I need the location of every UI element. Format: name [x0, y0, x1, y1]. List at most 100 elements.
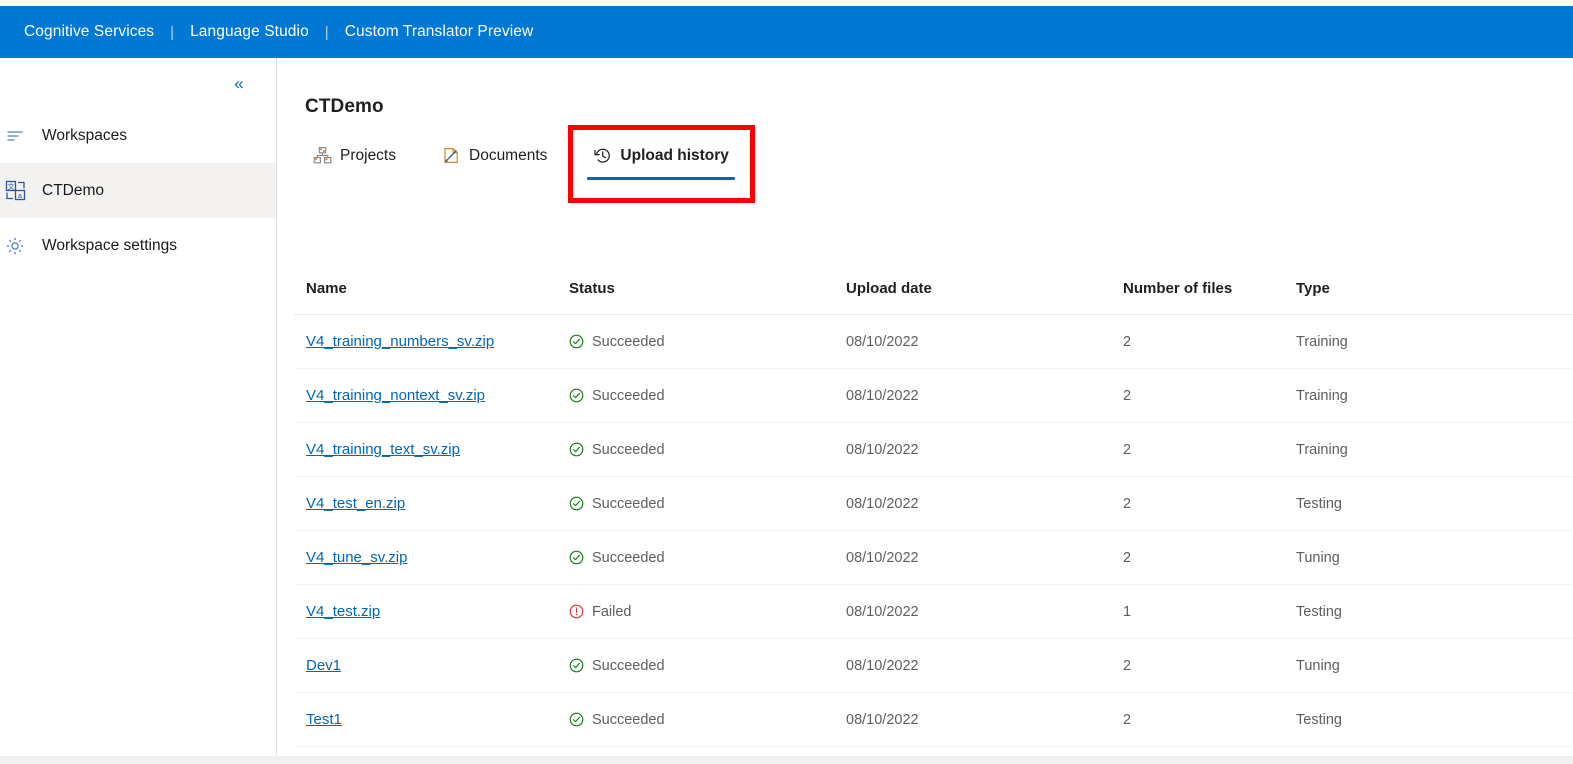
gear-icon: [0, 236, 30, 256]
file-name-link[interactable]: V4_test_en.zip: [306, 495, 405, 512]
svg-text:文: 文: [7, 182, 14, 191]
sidebar-item-ctdemo[interactable]: 文 a CTDemo: [0, 163, 276, 218]
table-row[interactable]: V4_training_text_sv.zip Succeeded 08/10/20…: [294, 423, 1573, 477]
sidebar-item-workspaces[interactable]: Workspaces: [0, 108, 276, 163]
file-name-link[interactable]: V4_tune_sv.zip: [306, 549, 407, 566]
projects-icon: [313, 146, 332, 165]
page-title: CTDemo: [305, 96, 384, 117]
cell-number-of-files: 2: [1123, 495, 1132, 512]
tab-upload-history[interactable]: Upload history: [583, 138, 739, 180]
column-header-number-of-files[interactable]: Number of files: [1123, 280, 1296, 297]
status-label: Succeeded: [592, 441, 665, 458]
cell-type: Testing: [1296, 495, 1342, 512]
tab-label: Documents: [469, 146, 548, 164]
cell-type: Tuning: [1296, 549, 1340, 566]
cell-status: Succeeded: [569, 496, 846, 512]
cell-name: V4_tune_sv.zip: [294, 549, 569, 566]
file-name-link[interactable]: Test1: [306, 711, 342, 728]
table-row[interactable]: Test1 Succeeded 08/10/2022 2 Testing: [294, 693, 1573, 747]
status-label: Succeeded: [592, 657, 665, 674]
status-label: Succeeded: [592, 495, 665, 512]
cell-upload-date: 08/10/2022: [846, 603, 919, 620]
list-icon: [0, 126, 30, 146]
cell-name: Test1: [294, 711, 569, 728]
cell-number-of-files: 2: [1123, 441, 1132, 458]
table-row[interactable]: V4_test_en.zip Succeeded 08/10/2022 2 Testin…: [294, 477, 1573, 531]
check-circle-icon: [569, 388, 584, 403]
cell-upload-date: 08/10/2022: [846, 495, 919, 512]
table-row[interactable]: V4_test.zip Failed 08/10/2022 1 Testing: [294, 585, 1573, 639]
cell-upload-date: 08/10/2022: [846, 387, 919, 404]
sidebar-item-label: CTDemo: [42, 181, 105, 199]
cell-upload-date: 08/10/2022: [846, 657, 919, 674]
column-header-status[interactable]: Status: [569, 280, 846, 297]
cell-number-of-files: 2: [1123, 549, 1132, 566]
cell-type: Training: [1296, 441, 1348, 458]
translate-icon: 文 a: [0, 180, 30, 201]
app-root: Cognitive Services | Language Studio | C…: [0, 0, 1573, 764]
pivot-tabs: Projects Documents Upload history: [303, 138, 765, 180]
history-icon: [593, 146, 612, 165]
sidebar-item-workspace-settings[interactable]: Workspace settings: [0, 218, 276, 273]
tab-documents[interactable]: Documents: [432, 138, 557, 171]
table-body: V4_training_numbers_sv.zip Succeeded 08/10…: [294, 315, 1573, 747]
table-row[interactable]: V4_tune_sv.zip Succeeded 08/10/2022 2 Tuning: [294, 531, 1573, 585]
file-name-link[interactable]: V4_training_text_sv.zip: [306, 441, 460, 458]
cell-name: V4_test_en.zip: [294, 495, 569, 512]
cell-name: V4_training_nontext_sv.zip: [294, 387, 569, 404]
check-circle-icon: [569, 496, 584, 511]
tab-projects[interactable]: Projects: [303, 138, 406, 171]
cell-status: Succeeded: [569, 658, 846, 674]
cell-type: Training: [1296, 387, 1348, 404]
collapse-sidebar-button[interactable]: «: [226, 70, 252, 96]
global-header: Cognitive Services | Language Studio | C…: [0, 6, 1573, 58]
column-header-type[interactable]: Type: [1296, 280, 1476, 297]
cell-type: Testing: [1296, 711, 1342, 728]
page-bottom-edge: [0, 756, 1573, 764]
header-separator: |: [324, 23, 329, 41]
cell-status: Succeeded: [569, 712, 846, 728]
main-content: CTDemo Projects Documents Upload history…: [278, 58, 1573, 756]
sidebar-item-label: Workspaces: [42, 126, 127, 144]
header-link-language-studio[interactable]: Language Studio: [190, 23, 309, 41]
cell-name: V4_test.zip: [294, 603, 569, 620]
cell-upload-date: 08/10/2022: [846, 333, 919, 350]
error-circle-icon: [569, 604, 584, 619]
status-label: Succeeded: [592, 711, 665, 728]
cell-upload-date: 08/10/2022: [846, 441, 919, 458]
column-header-upload-date[interactable]: Upload date: [846, 280, 1123, 297]
header-link-cognitive-services[interactable]: Cognitive Services: [24, 23, 154, 41]
file-name-link[interactable]: V4_training_nontext_sv.zip: [306, 387, 485, 404]
file-name-link[interactable]: Dev1: [306, 657, 341, 674]
cell-status: Succeeded: [569, 550, 846, 566]
file-name-link[interactable]: V4_training_numbers_sv.zip: [306, 333, 494, 350]
table-row[interactable]: Dev1 Succeeded 08/10/2022 2 Tuning: [294, 639, 1573, 693]
column-header-name[interactable]: Name: [294, 280, 569, 297]
chevron-double-left-icon: «: [234, 73, 244, 93]
table-row[interactable]: V4_training_numbers_sv.zip Succeeded 08/10…: [294, 315, 1573, 369]
status-label: Succeeded: [592, 333, 665, 350]
tab-active-indicator: [587, 177, 735, 180]
cell-number-of-files: 2: [1123, 657, 1132, 674]
header-link-custom-translator-preview[interactable]: Custom Translator Preview: [345, 23, 534, 41]
cell-type: Tuning: [1296, 657, 1340, 674]
file-name-link[interactable]: V4_test.zip: [306, 603, 380, 620]
cell-number-of-files: 2: [1123, 711, 1132, 728]
cell-number-of-files: 2: [1123, 387, 1132, 404]
cell-status: Succeeded: [569, 388, 846, 404]
check-circle-icon: [569, 658, 584, 673]
status-label: Succeeded: [592, 549, 665, 566]
cell-number-of-files: 1: [1123, 603, 1132, 620]
sidebar-item-label: Workspace settings: [42, 236, 177, 254]
cell-status: Succeeded: [569, 442, 846, 458]
check-circle-icon: [569, 550, 584, 565]
sidebar-header: «: [0, 58, 276, 108]
sidebar: « Workspaces 文 a CTDemo Workspace settin…: [0, 58, 277, 756]
table-row[interactable]: V4_training_nontext_sv.zip Succeeded 08/10…: [294, 369, 1573, 423]
status-label: Failed: [592, 603, 632, 620]
cell-number-of-files: 2: [1123, 333, 1132, 350]
cell-upload-date: 08/10/2022: [846, 711, 919, 728]
cell-name: V4_training_numbers_sv.zip: [294, 333, 569, 350]
check-circle-icon: [569, 712, 584, 727]
status-label: Succeeded: [592, 387, 665, 404]
